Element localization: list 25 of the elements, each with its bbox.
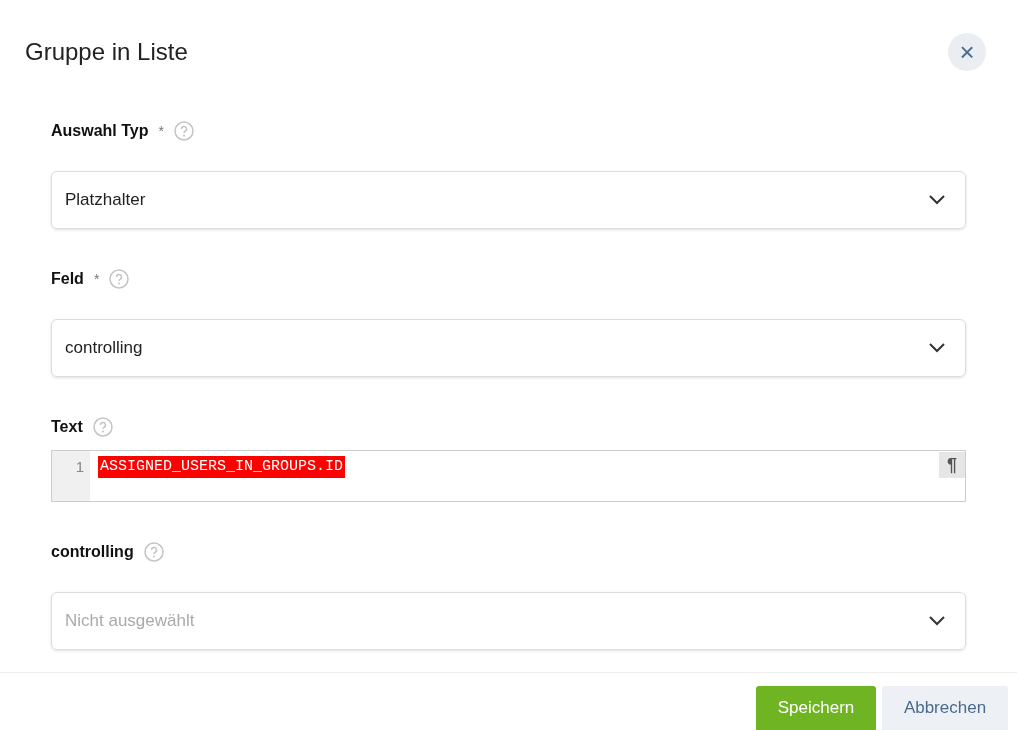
- required-mark: *: [93, 269, 100, 289]
- dialog-title: Gruppe in Liste: [25, 37, 188, 67]
- field-label: Feld: [51, 269, 84, 289]
- field-label: Auswahl Typ: [51, 121, 149, 141]
- line-number: 1: [75, 457, 84, 476]
- code-editor[interactable]: 1 ASSIGNED_USERS_IN_GROUPS.ID ¶: [51, 450, 966, 502]
- help-icon[interactable]: [92, 417, 113, 437]
- chevron-down-icon: [929, 616, 945, 626]
- code-text: ASSIGNED_USERS_IN_GROUPS.ID: [98, 456, 346, 478]
- field-label: controlling: [51, 542, 134, 562]
- required-mark: *: [158, 121, 164, 141]
- cancel-button[interactable]: Abbrechen: [882, 686, 1008, 730]
- help-icon[interactable]: [173, 121, 194, 141]
- help-icon[interactable]: [109, 269, 130, 289]
- select-field[interactable]: Platzhalter: [51, 171, 966, 229]
- chevron-down-icon: [929, 343, 945, 353]
- select-value: controlling: [65, 337, 143, 360]
- select-field[interactable]: controlling: [51, 319, 966, 377]
- close-button[interactable]: ×: [948, 33, 986, 71]
- help-icon[interactable]: [143, 542, 164, 562]
- select-value: Platzhalter: [65, 189, 146, 212]
- pilcrow-button[interactable]: ¶: [939, 452, 965, 478]
- chevron-down-icon: [929, 195, 945, 205]
- select-placeholder: Nicht ausgewählt: [65, 610, 195, 633]
- field-label: Text: [51, 417, 83, 437]
